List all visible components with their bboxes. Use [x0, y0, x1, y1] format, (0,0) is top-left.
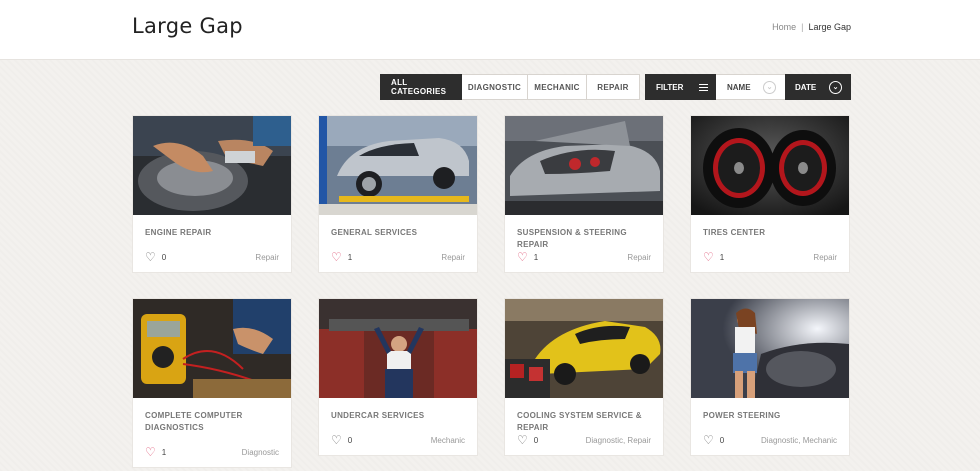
heart-icon[interactable]: ♡	[145, 446, 156, 458]
card-categories[interactable]: Mechanic	[431, 436, 465, 445]
engine-repair-photo[interactable]	[133, 116, 291, 215]
like-count: 0	[719, 435, 725, 445]
breadcrumb-current: Large Gap	[808, 22, 851, 32]
like-count: 1	[719, 252, 725, 262]
red-rim-tires-photo[interactable]	[691, 116, 849, 215]
card-footer: ♡ 1 Repair	[517, 251, 651, 263]
card-title[interactable]: UNDERCAR SERVICES	[331, 410, 471, 422]
card-footer: ♡ 1 Diagnostic	[145, 446, 279, 458]
portfolio-card[interactable]: TIRES CENTER ♡ 1 Repair	[690, 115, 850, 273]
card-footer: ♡ 1 Repair	[331, 251, 465, 263]
breadcrumb-separator: |	[801, 22, 804, 32]
filter-repair-button[interactable]: REPAIR	[587, 74, 640, 100]
like-counter[interactable]: ♡ 1	[517, 251, 538, 263]
card-categories[interactable]: Repair	[255, 253, 279, 262]
portfolio-card[interactable]: COMPLETE COMPUTER DIAGNOSTICS ♡ 1 Diagnos…	[132, 298, 292, 468]
like-counter[interactable]: ♡ 0	[145, 251, 166, 263]
multimeter-photo[interactable]	[133, 299, 291, 398]
portfolio-card[interactable]: COOLING SYSTEM SERVICE & REPAIR ♡ 0 Diagn…	[504, 298, 664, 456]
heart-icon[interactable]: ♡	[517, 251, 528, 263]
card-footer: ♡ 0 Repair	[145, 251, 279, 263]
card-title[interactable]: ENGINE REPAIR	[145, 227, 285, 239]
heart-icon[interactable]: ♡	[703, 251, 714, 263]
card-categories[interactable]: Diagnostic, Mechanic	[761, 436, 837, 445]
heart-icon[interactable]: ♡	[703, 434, 714, 446]
chevron-down-icon: ⌄	[763, 80, 776, 94]
card-title[interactable]: POWER STEERING	[703, 410, 843, 422]
portfolio-card[interactable]: UNDERCAR SERVICES ♡ 0 Mechanic	[318, 298, 478, 456]
card-categories[interactable]: Repair	[441, 253, 465, 262]
like-counter[interactable]: ♡ 1	[703, 251, 724, 263]
like-count: 0	[347, 435, 353, 445]
breadcrumb-home-link[interactable]: Home	[772, 22, 796, 32]
portfolio-card[interactable]: GENERAL SERVICES ♡ 1 Repair	[318, 115, 478, 273]
portfolio-card[interactable]: SUSPENSION & STEERING REPAIR ♡ 1 Repair	[504, 115, 664, 273]
like-count: 1	[347, 252, 353, 262]
portfolio-card[interactable]: POWER STEERING ♡ 0 Diagnostic, Mechanic	[690, 298, 850, 456]
heart-icon[interactable]: ♡	[517, 434, 528, 446]
card-title[interactable]: SUSPENSION & STEERING REPAIR	[517, 227, 657, 251]
like-counter[interactable]: ♡ 1	[145, 446, 166, 458]
breadcrumb: Home | Large Gap	[772, 22, 851, 32]
card-categories[interactable]: Repair	[627, 253, 651, 262]
page-title: Large Gap	[132, 14, 243, 38]
yellow-sports-car-photo[interactable]	[505, 299, 663, 398]
filter-diagnostic-button[interactable]: DIAGNOSTIC	[462, 74, 528, 100]
chevron-down-icon: ⌄	[829, 80, 842, 94]
card-footer: ♡ 0 Mechanic	[331, 434, 465, 446]
portfolio-card[interactable]: ENGINE REPAIR ♡ 0 Repair	[132, 115, 292, 273]
menu-icon	[699, 83, 708, 91]
sort-controls: FILTER NAME ⌄ DATE ⌄	[645, 74, 851, 100]
sort-name-label: NAME	[727, 82, 751, 92]
sort-by-name-button[interactable]: NAME ⌄	[716, 74, 785, 100]
filter-mechanic-button[interactable]: MECHANIC	[528, 74, 587, 100]
category-filter-bar: ALL CATEGORIES DIAGNOSTIC MECHANIC REPAI…	[380, 74, 640, 100]
like-counter[interactable]: ♡ 0	[703, 434, 724, 446]
sort-by-date-button[interactable]: DATE ⌄	[785, 74, 851, 100]
card-footer: ♡ 1 Repair	[703, 251, 837, 263]
filter-all-categories-button[interactable]: ALL CATEGORIES	[380, 74, 462, 100]
filter-label: FILTER	[656, 82, 684, 92]
car-on-lift-photo[interactable]	[319, 116, 477, 215]
card-categories[interactable]: Repair	[813, 253, 837, 262]
card-categories[interactable]: Diagnostic	[242, 448, 279, 457]
card-title[interactable]: GENERAL SERVICES	[331, 227, 471, 239]
card-title[interactable]: TIRES CENTER	[703, 227, 843, 239]
like-count: 1	[161, 447, 167, 457]
heart-icon[interactable]: ♡	[145, 251, 156, 263]
page-header: Large Gap Home | Large Gap	[0, 0, 980, 60]
card-footer: ♡ 0 Diagnostic, Repair	[517, 434, 651, 446]
woman-engine-photo[interactable]	[691, 299, 849, 398]
card-title[interactable]: COMPLETE COMPUTER DIAGNOSTICS	[145, 410, 285, 434]
card-categories[interactable]: Diagnostic, Repair	[586, 436, 651, 445]
open-hood-car-photo[interactable]	[505, 116, 663, 215]
card-footer: ♡ 0 Diagnostic, Mechanic	[703, 434, 837, 446]
like-count: 0	[161, 252, 167, 262]
like-count: 0	[533, 435, 539, 445]
like-counter[interactable]: ♡ 1	[331, 251, 352, 263]
mechanic-under-car-photo[interactable]	[319, 299, 477, 398]
like-counter[interactable]: ♡ 0	[517, 434, 538, 446]
filter-toggle-button[interactable]: FILTER	[645, 74, 716, 100]
like-count: 1	[533, 252, 539, 262]
heart-icon[interactable]: ♡	[331, 434, 342, 446]
sort-date-label: DATE	[795, 82, 817, 92]
heart-icon[interactable]: ♡	[331, 251, 342, 263]
like-counter[interactable]: ♡ 0	[331, 434, 352, 446]
card-title[interactable]: COOLING SYSTEM SERVICE & REPAIR	[517, 410, 657, 434]
